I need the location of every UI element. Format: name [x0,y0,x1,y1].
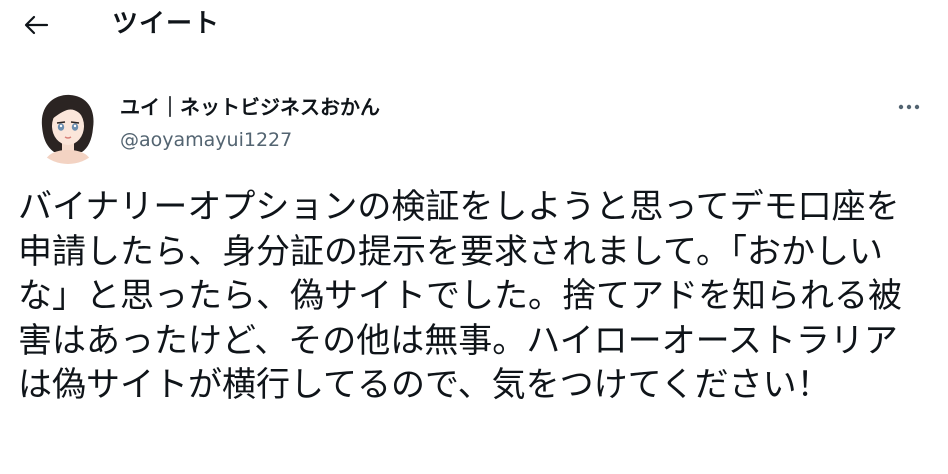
more-horizontal-icon [898,104,920,110]
avatar[interactable] [30,88,106,164]
more-options-button[interactable] [890,92,928,122]
author-handle[interactable]: @aoyamayui1227 [120,126,292,154]
page-header: ツイート [0,0,948,52]
page-title: ツイート [112,9,221,39]
author-display-name[interactable]: ユイ｜ネットビジネスおかん [120,93,380,121]
back-button[interactable] [14,5,58,45]
arrow-left-icon [24,15,49,35]
tweet-text: バイナリーオプションの検証をしようと思ってデモ口座を申請したら、身分証の提示を要… [18,187,902,405]
avatar-illustration [30,88,106,164]
